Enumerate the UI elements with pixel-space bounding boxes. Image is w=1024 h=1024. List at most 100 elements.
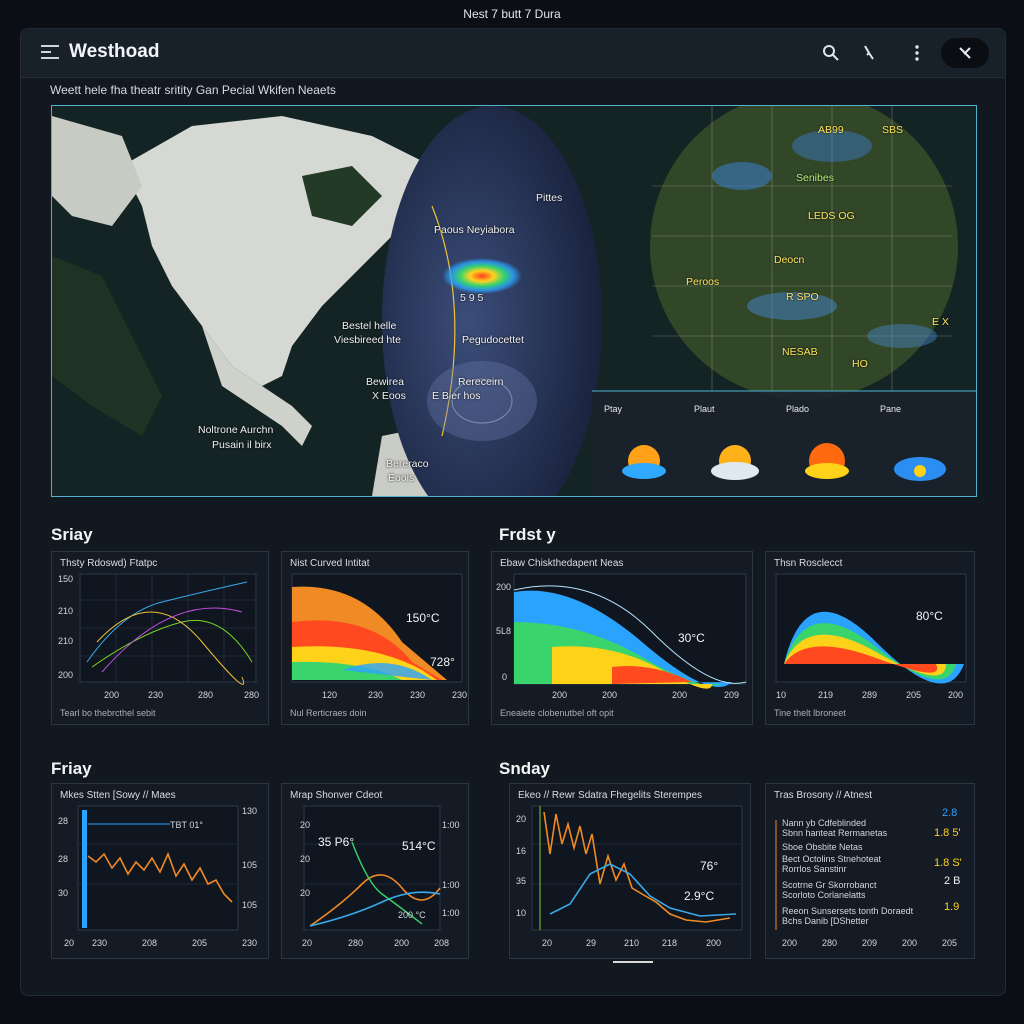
- map-canvas: [52, 106, 976, 496]
- value-label: 728°: [430, 655, 455, 669]
- map-label: Noltrone Aurchn: [198, 424, 274, 436]
- stats-panel[interactable]: Tras Brosony // Atnest 2.8 Nann yb Cdfeb…: [765, 783, 975, 959]
- x-tick: 10: [776, 690, 786, 700]
- x-tick: 280: [198, 690, 213, 700]
- settings-toggle-button[interactable]: [941, 38, 989, 68]
- x-tick: 200: [782, 938, 797, 948]
- value-label: 200 °C: [398, 910, 426, 920]
- x-tick: 20: [64, 938, 74, 948]
- y-tick: 210: [58, 606, 73, 616]
- stats-list: 2.8 Nann yb Cdfeblinded Sbnn hanteat Rer…: [775, 807, 962, 948]
- x-tick: 208: [434, 938, 449, 948]
- thumb-label: Ptay: [604, 404, 623, 414]
- stat-label: Sbnn hanteat Rermanetas: [782, 828, 888, 838]
- map-label: Senibes: [796, 172, 834, 184]
- chart-panel[interactable]: Thsn Rosclecct 80°C 10 219 289 205 200 T…: [765, 551, 975, 725]
- chart-panel[interactable]: Mkes Stten [Sowy // Maes TBT 01° 28 28 3…: [51, 783, 269, 959]
- panel-note: Tine thelt lbroneet: [774, 708, 846, 718]
- y-tick: 210: [58, 636, 73, 646]
- stat-label: Scorloto Corlanelatts: [782, 890, 866, 900]
- y-tick-right: 1:00: [442, 908, 460, 918]
- x-tick: 210: [624, 938, 639, 948]
- stat-value: 1.8 S': [934, 857, 962, 869]
- stat-value: 2.8: [942, 807, 957, 819]
- y-tick-right: 105: [242, 900, 257, 910]
- map-label: HO: [852, 358, 868, 370]
- x-tick: 120: [322, 690, 337, 700]
- chart-panel[interactable]: Mrap Shonver Cdeot 35 P6° 514°C 200 °C 2…: [281, 783, 469, 959]
- rainbow-area-chart: 80°C 10 219 289 205 200: [775, 573, 967, 700]
- x-tick: 205: [942, 938, 957, 948]
- chart-panel[interactable]: Ekeo // Rewr Sdatra Fhegelits Sterempes …: [509, 783, 751, 959]
- heat-spread-chart: 30°C 200 5L8 0 200 200 200 209: [496, 573, 747, 700]
- app-title: Westhoad: [69, 41, 160, 62]
- scroll-indicator[interactable]: [613, 961, 653, 963]
- map-label: Deocn: [774, 254, 805, 266]
- panel-note: Nul Rerticraes doin: [290, 708, 367, 718]
- stat-label: Reeon Sunsersets tonth Doraedt: [782, 906, 914, 916]
- y-tick: 30: [58, 888, 68, 898]
- x-tick: 200: [394, 938, 409, 948]
- x-tick: 230: [410, 690, 425, 700]
- y-tick: 10: [516, 908, 526, 918]
- stat-label: Nann yb Cdfeblinded: [782, 818, 866, 828]
- x-tick: 280: [244, 690, 259, 700]
- stat-value: 1.9: [944, 901, 959, 913]
- chart-panel[interactable]: Thsty Rdoswd) Ftatpc 150 210 210 200 200…: [51, 551, 269, 725]
- y-tick: 20: [516, 814, 526, 824]
- sensor-line-chart: 35 P6° 514°C 200 °C 20 20 20 1:00 1:00 1…: [300, 805, 460, 948]
- chart-panel[interactable]: Nist Curved Intitat 150°C 728° 120 230 2…: [281, 551, 469, 725]
- stat-label: Bect Octolins Stnehoteat: [782, 854, 882, 864]
- search-icon[interactable]: [821, 43, 841, 63]
- map-label: Pusain il birx: [212, 439, 272, 451]
- y-tick: 20: [300, 854, 310, 864]
- map-label: Bestel helle: [342, 320, 397, 332]
- wave-line-chart: TBT 01° 28 28 30 130 105 105 20 230 208 …: [58, 805, 257, 948]
- page-subtitle: Weett hele fha theatr sritity Gan Pecial…: [50, 83, 336, 97]
- x-tick: 205: [192, 938, 207, 948]
- value-label: 76°: [700, 859, 718, 873]
- pin-icon[interactable]: [859, 43, 879, 63]
- value-label: 80°C: [916, 609, 943, 623]
- value-label: TBT 01°: [170, 820, 203, 830]
- hamburger-menu-icon[interactable]: [41, 45, 59, 61]
- x-tick: 200: [104, 690, 119, 700]
- chart-panel[interactable]: Ebaw Chiskthedapent Neas 30°C 200 5L8 0 …: [491, 551, 753, 725]
- x-tick: 200: [672, 690, 687, 700]
- y-tick-right: 1:00: [442, 820, 460, 830]
- route-chart: 150 210 210 200 200 230 280 280: [58, 573, 259, 700]
- section-heading: Friay: [51, 759, 92, 778]
- x-tick: 280: [822, 938, 837, 948]
- section-heading: Sndaу: [499, 759, 551, 778]
- y-tick: 20: [300, 888, 310, 898]
- y-tick: 200: [496, 582, 511, 592]
- map-label: Pittes: [536, 192, 563, 204]
- map-label: E X: [932, 316, 949, 328]
- x-tick: 20: [302, 938, 312, 948]
- app-window: Westhoad Weett hele fha theatr sritity G…: [20, 28, 1006, 996]
- x-tick: 230: [452, 690, 467, 700]
- map-label: SBS: [882, 124, 904, 136]
- value-label: 30°C: [678, 631, 705, 645]
- value-label: 150°C: [406, 611, 440, 625]
- x-tick: 200: [948, 690, 963, 700]
- more-vertical-icon[interactable]: [907, 43, 927, 63]
- x-tick: 230: [368, 690, 383, 700]
- y-tick: 150: [58, 574, 73, 584]
- panel-note: Tearl bo thebrcthel sebit: [60, 708, 156, 718]
- weather-map[interactable]: Pittes Paous Neyiabora 5 9 5 Bestel hell…: [51, 105, 977, 497]
- map-label: E Bier hos: [432, 390, 481, 402]
- y-tick: 35: [516, 876, 526, 886]
- app-bar: Westhoad: [21, 29, 1005, 78]
- y-tick: 5L8: [496, 626, 511, 636]
- map-label: X Eoos: [372, 390, 406, 402]
- x-tick: 209: [862, 938, 877, 948]
- thumb-label: Plado: [786, 404, 810, 414]
- spike-line-chart: 76° 2.9°C 20 16 35 10 20 29 210 218 200: [516, 805, 743, 948]
- map-label: LEDS OG: [808, 210, 855, 222]
- x-tick: 230: [242, 938, 257, 948]
- x-tick: 218: [662, 938, 677, 948]
- x-tick: 209: [724, 690, 739, 700]
- panel-note: Eneaiete clobenutbel oft opit: [500, 708, 614, 718]
- map-label: AB99: [818, 124, 844, 136]
